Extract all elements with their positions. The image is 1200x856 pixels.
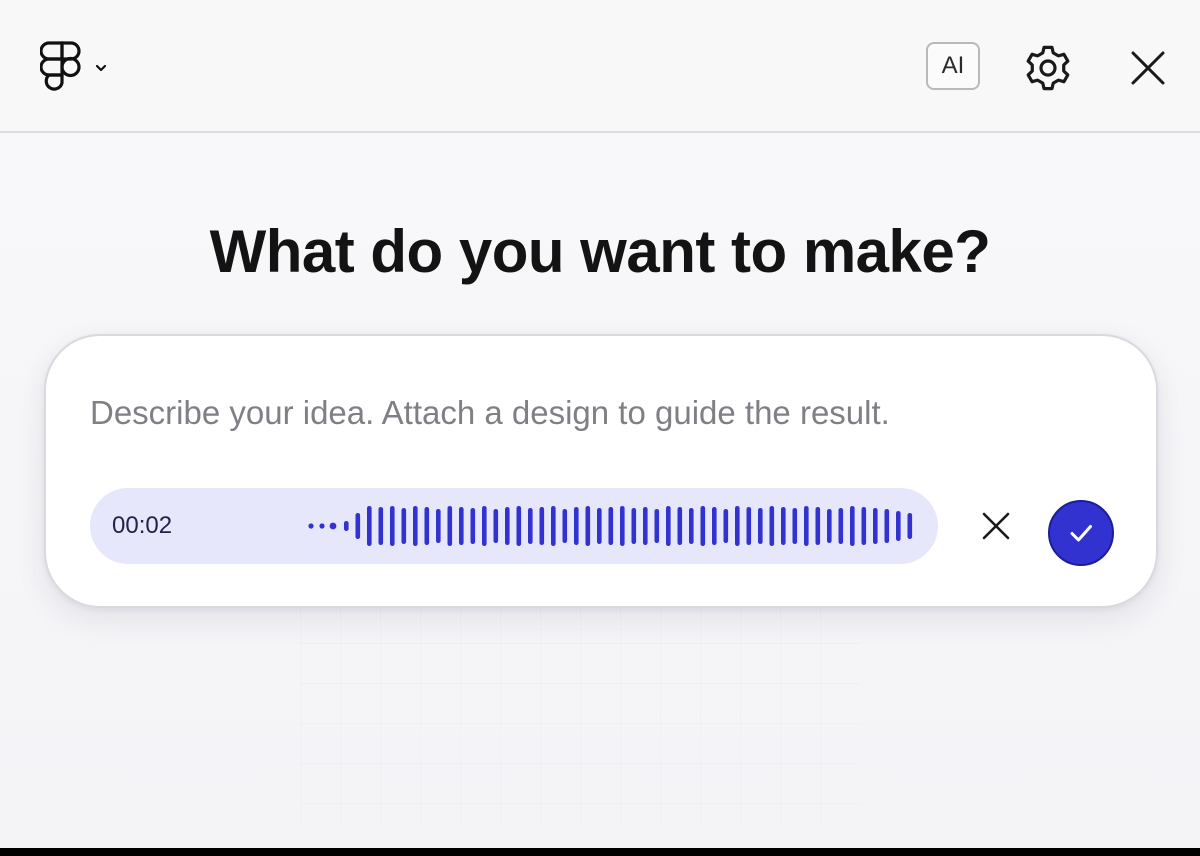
top-bar: AI	[0, 0, 1200, 133]
chevron-down-icon	[95, 64, 107, 72]
waveform-bar	[838, 508, 844, 544]
waveform-bar	[459, 507, 464, 545]
waveform-bar	[712, 507, 717, 545]
waveform-bar	[815, 507, 821, 545]
waveform-bar	[643, 507, 648, 545]
waveform-bar	[792, 508, 798, 544]
main-area: What do you want to make? 00:02	[0, 133, 1200, 848]
waveform-dot	[319, 523, 325, 529]
waveform-bar	[861, 507, 867, 545]
waveform-bar	[758, 508, 763, 544]
waveform-bar	[539, 507, 545, 545]
audio-waveform	[308, 506, 913, 546]
waveform-bar	[723, 509, 729, 543]
waveform-bar	[344, 521, 349, 531]
voice-recording-bar: 00:02	[90, 488, 938, 564]
waveform-bar	[585, 506, 591, 546]
waveform-bar	[608, 507, 614, 545]
waveform-dot	[308, 523, 314, 529]
waveform-bar	[516, 506, 522, 546]
waveform-bar	[367, 506, 372, 546]
page-title: What do you want to make?	[209, 218, 991, 285]
waveform-bar	[505, 507, 510, 545]
prompt-card: 00:02	[44, 334, 1158, 608]
waveform-bar	[896, 511, 901, 541]
waveform-bar	[597, 508, 602, 544]
close-icon	[982, 512, 1010, 540]
waveform-dot	[329, 522, 337, 530]
waveform-bar	[631, 508, 637, 544]
ai-button[interactable]: AI	[926, 42, 980, 90]
background-grid	[300, 603, 860, 823]
waveform-bar	[413, 506, 418, 546]
waveform-bar	[470, 508, 476, 544]
waveform-bar	[677, 507, 683, 545]
waveform-bar	[562, 509, 568, 543]
figma-logo-icon	[40, 41, 81, 91]
app-menu-button[interactable]	[40, 40, 130, 96]
waveform-bar	[884, 509, 890, 543]
gear-outline	[1026, 45, 1070, 91]
waveform-bar	[769, 506, 775, 546]
waveform-bar	[355, 513, 361, 539]
prompt-input[interactable]	[90, 388, 1090, 438]
waveform-bar	[666, 506, 671, 546]
bottom-edge	[0, 848, 1200, 856]
waveform-bar	[574, 507, 579, 545]
waveform-bar	[873, 508, 878, 544]
waveform-bar	[401, 508, 407, 544]
waveform-bar	[528, 508, 533, 544]
close-button[interactable]	[1120, 40, 1176, 96]
waveform-bar	[746, 507, 752, 545]
discard-recording-button[interactable]	[976, 506, 1016, 546]
waveform-bar	[447, 506, 453, 546]
waveform-bar	[654, 509, 660, 543]
waveform-bar	[907, 513, 913, 539]
waveform-bar	[390, 506, 395, 546]
waveform-bar	[493, 509, 499, 543]
waveform-bar	[436, 509, 441, 543]
waveform-bar	[850, 506, 855, 546]
waveform-bar	[735, 506, 740, 546]
close-icon	[1131, 51, 1165, 85]
waveform-bar	[378, 507, 384, 545]
waveform-bar	[482, 506, 487, 546]
confirm-recording-button[interactable]	[1048, 500, 1114, 566]
waveform-bar	[804, 506, 809, 546]
settings-button[interactable]	[1020, 40, 1076, 96]
waveform-bar	[424, 507, 430, 545]
ai-button-label: AI	[941, 52, 965, 79]
waveform-bar	[551, 506, 556, 546]
waveform-bar	[781, 507, 786, 545]
gear-icon	[1026, 45, 1070, 91]
waveform-bar	[620, 506, 625, 546]
waveform-bar	[827, 509, 832, 543]
check-icon	[1070, 525, 1092, 542]
waveform-bar	[700, 506, 706, 546]
waveform-bar	[689, 508, 694, 544]
